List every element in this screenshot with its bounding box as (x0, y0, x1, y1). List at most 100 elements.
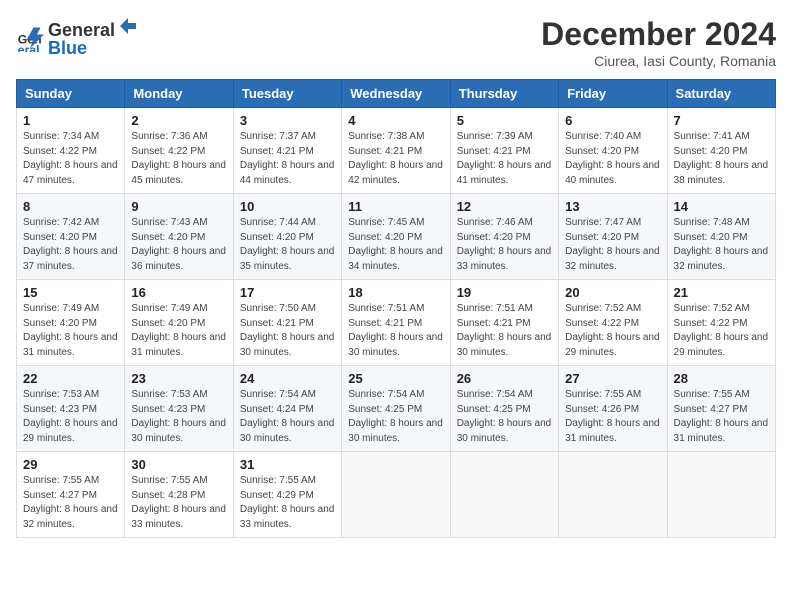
day-number: 28 (674, 371, 769, 386)
day-info: Sunrise: 7:48 AMSunset: 4:20 PMDaylight:… (674, 216, 769, 274)
day-info: Sunrise: 7:49 AMSunset: 4:20 PMDaylight:… (131, 302, 226, 360)
day-info: Sunrise: 7:37 AMSunset: 4:21 PMDaylight:… (240, 130, 335, 188)
day-info: Sunrise: 7:54 AMSunset: 4:25 PMDaylight:… (457, 388, 552, 446)
day-number: 1 (23, 113, 118, 128)
logo: Gen eral General Blue (16, 16, 137, 59)
day-info: Sunrise: 7:51 AMSunset: 4:21 PMDaylight:… (457, 302, 552, 360)
day-number: 14 (674, 199, 769, 214)
col-tuesday: Tuesday (233, 80, 341, 108)
calendar-week-4: 22 Sunrise: 7:53 AMSunset: 4:23 PMDaylig… (17, 366, 776, 452)
day-info: Sunrise: 7:53 AMSunset: 4:23 PMDaylight:… (131, 388, 226, 446)
day-info: Sunrise: 7:46 AMSunset: 4:20 PMDaylight:… (457, 216, 552, 274)
day-number: 25 (348, 371, 443, 386)
day-number: 10 (240, 199, 335, 214)
table-row: 31 Sunrise: 7:55 AMSunset: 4:29 PMDaylig… (233, 452, 341, 538)
table-row: 20 Sunrise: 7:52 AMSunset: 4:22 PMDaylig… (559, 280, 667, 366)
col-monday: Monday (125, 80, 233, 108)
month-title: December 2024 (541, 16, 776, 53)
table-row: 21 Sunrise: 7:52 AMSunset: 4:22 PMDaylig… (667, 280, 775, 366)
day-info: Sunrise: 7:55 AMSunset: 4:27 PMDaylight:… (674, 388, 769, 446)
day-number: 7 (674, 113, 769, 128)
table-row: 25 Sunrise: 7:54 AMSunset: 4:25 PMDaylig… (342, 366, 450, 452)
day-number: 19 (457, 285, 552, 300)
day-number: 27 (565, 371, 660, 386)
day-info: Sunrise: 7:47 AMSunset: 4:20 PMDaylight:… (565, 216, 660, 274)
day-info: Sunrise: 7:51 AMSunset: 4:21 PMDaylight:… (348, 302, 443, 360)
day-info: Sunrise: 7:43 AMSunset: 4:20 PMDaylight:… (131, 216, 226, 274)
day-info: Sunrise: 7:50 AMSunset: 4:21 PMDaylight:… (240, 302, 335, 360)
table-row: 26 Sunrise: 7:54 AMSunset: 4:25 PMDaylig… (450, 366, 558, 452)
title-area: December 2024 Ciurea, Iasi County, Roman… (541, 16, 776, 69)
day-number: 31 (240, 457, 335, 472)
table-row: 7 Sunrise: 7:41 AMSunset: 4:20 PMDayligh… (667, 108, 775, 194)
day-info: Sunrise: 7:55 AMSunset: 4:29 PMDaylight:… (240, 474, 335, 532)
table-row: 19 Sunrise: 7:51 AMSunset: 4:21 PMDaylig… (450, 280, 558, 366)
table-row: 29 Sunrise: 7:55 AMSunset: 4:27 PMDaylig… (17, 452, 125, 538)
col-sunday: Sunday (17, 80, 125, 108)
table-row: 30 Sunrise: 7:55 AMSunset: 4:28 PMDaylig… (125, 452, 233, 538)
table-row: 17 Sunrise: 7:50 AMSunset: 4:21 PMDaylig… (233, 280, 341, 366)
calendar-week-3: 15 Sunrise: 7:49 AMSunset: 4:20 PMDaylig… (17, 280, 776, 366)
table-row: 24 Sunrise: 7:54 AMSunset: 4:24 PMDaylig… (233, 366, 341, 452)
logo-text-blue: Blue (48, 38, 87, 58)
day-info: Sunrise: 7:55 AMSunset: 4:27 PMDaylight:… (23, 474, 118, 532)
day-info: Sunrise: 7:41 AMSunset: 4:20 PMDaylight:… (674, 130, 769, 188)
col-wednesday: Wednesday (342, 80, 450, 108)
day-info: Sunrise: 7:53 AMSunset: 4:23 PMDaylight:… (23, 388, 118, 446)
logo-arrow-icon (116, 16, 136, 36)
table-row: 8 Sunrise: 7:42 AMSunset: 4:20 PMDayligh… (17, 194, 125, 280)
table-row: 9 Sunrise: 7:43 AMSunset: 4:20 PMDayligh… (125, 194, 233, 280)
table-row: 22 Sunrise: 7:53 AMSunset: 4:23 PMDaylig… (17, 366, 125, 452)
table-row: 27 Sunrise: 7:55 AMSunset: 4:26 PMDaylig… (559, 366, 667, 452)
header: Gen eral General Blue December 2024 Ciur… (16, 16, 776, 69)
day-info: Sunrise: 7:55 AMSunset: 4:26 PMDaylight:… (565, 388, 660, 446)
day-info: Sunrise: 7:44 AMSunset: 4:20 PMDaylight:… (240, 216, 335, 274)
col-friday: Friday (559, 80, 667, 108)
day-info: Sunrise: 7:54 AMSunset: 4:25 PMDaylight:… (348, 388, 443, 446)
table-row: 15 Sunrise: 7:49 AMSunset: 4:20 PMDaylig… (17, 280, 125, 366)
col-thursday: Thursday (450, 80, 558, 108)
table-row: 12 Sunrise: 7:46 AMSunset: 4:20 PMDaylig… (450, 194, 558, 280)
day-number: 29 (23, 457, 118, 472)
calendar-header-row: Sunday Monday Tuesday Wednesday Thursday… (17, 80, 776, 108)
day-number: 4 (348, 113, 443, 128)
day-number: 23 (131, 371, 226, 386)
table-row: 1 Sunrise: 7:34 AMSunset: 4:22 PMDayligh… (17, 108, 125, 194)
day-number: 9 (131, 199, 226, 214)
day-number: 18 (348, 285, 443, 300)
day-number: 24 (240, 371, 335, 386)
table-row (342, 452, 450, 538)
table-row: 28 Sunrise: 7:55 AMSunset: 4:27 PMDaylig… (667, 366, 775, 452)
day-number: 16 (131, 285, 226, 300)
day-info: Sunrise: 7:54 AMSunset: 4:24 PMDaylight:… (240, 388, 335, 446)
day-info: Sunrise: 7:45 AMSunset: 4:20 PMDaylight:… (348, 216, 443, 274)
day-number: 22 (23, 371, 118, 386)
day-info: Sunrise: 7:52 AMSunset: 4:22 PMDaylight:… (565, 302, 660, 360)
day-number: 21 (674, 285, 769, 300)
day-number: 30 (131, 457, 226, 472)
day-number: 17 (240, 285, 335, 300)
table-row: 13 Sunrise: 7:47 AMSunset: 4:20 PMDaylig… (559, 194, 667, 280)
table-row: 16 Sunrise: 7:49 AMSunset: 4:20 PMDaylig… (125, 280, 233, 366)
table-row: 11 Sunrise: 7:45 AMSunset: 4:20 PMDaylig… (342, 194, 450, 280)
table-row: 2 Sunrise: 7:36 AMSunset: 4:22 PMDayligh… (125, 108, 233, 194)
day-number: 8 (23, 199, 118, 214)
table-row (450, 452, 558, 538)
day-number: 13 (565, 199, 660, 214)
day-number: 20 (565, 285, 660, 300)
day-info: Sunrise: 7:40 AMSunset: 4:20 PMDaylight:… (565, 130, 660, 188)
day-info: Sunrise: 7:49 AMSunset: 4:20 PMDaylight:… (23, 302, 118, 360)
svg-text:eral: eral (18, 42, 40, 51)
day-info: Sunrise: 7:38 AMSunset: 4:21 PMDaylight:… (348, 130, 443, 188)
day-info: Sunrise: 7:36 AMSunset: 4:22 PMDaylight:… (131, 130, 226, 188)
calendar-week-1: 1 Sunrise: 7:34 AMSunset: 4:22 PMDayligh… (17, 108, 776, 194)
calendar-week-2: 8 Sunrise: 7:42 AMSunset: 4:20 PMDayligh… (17, 194, 776, 280)
day-number: 11 (348, 199, 443, 214)
day-number: 5 (457, 113, 552, 128)
day-number: 2 (131, 113, 226, 128)
calendar-table: Sunday Monday Tuesday Wednesday Thursday… (16, 79, 776, 538)
day-info: Sunrise: 7:52 AMSunset: 4:22 PMDaylight:… (674, 302, 769, 360)
table-row: 23 Sunrise: 7:53 AMSunset: 4:23 PMDaylig… (125, 366, 233, 452)
table-row: 6 Sunrise: 7:40 AMSunset: 4:20 PMDayligh… (559, 108, 667, 194)
table-row: 14 Sunrise: 7:48 AMSunset: 4:20 PMDaylig… (667, 194, 775, 280)
